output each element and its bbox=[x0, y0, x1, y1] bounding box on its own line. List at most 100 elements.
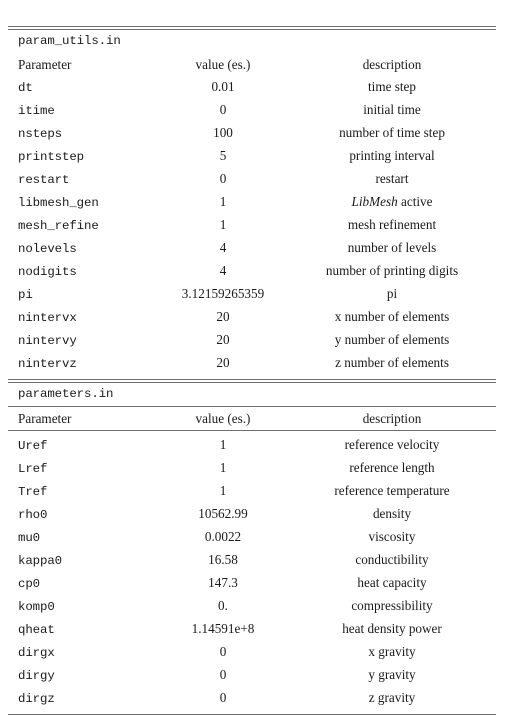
table-header-row: Parameter value (es.) description bbox=[8, 407, 496, 430]
table-row: pi 3.12159265359 pi bbox=[8, 283, 496, 306]
param-description: compressibility bbox=[351, 598, 433, 613]
column-header-value: value (es.) bbox=[195, 57, 251, 72]
tables-container: param_utils.in Parameter value (es.) des… bbox=[8, 26, 496, 715]
param-description: reference temperature bbox=[334, 483, 450, 498]
param-description: number of time step bbox=[339, 125, 445, 140]
param-value: 1 bbox=[219, 194, 227, 209]
column-header-parameter: Parameter bbox=[18, 57, 72, 72]
table-row: restart 0 restart bbox=[8, 168, 496, 191]
param-value: 20 bbox=[216, 355, 230, 370]
table-caption: parameters.in bbox=[18, 387, 114, 401]
param-name: libmesh_gen bbox=[18, 196, 99, 210]
param-value: 5 bbox=[219, 148, 227, 163]
param-value: 100 bbox=[213, 125, 233, 140]
table-row: mesh_refine 1 mesh refinement bbox=[8, 214, 496, 237]
param-description: conductibility bbox=[355, 552, 429, 567]
table-row: nintervx 20 x number of elements bbox=[8, 306, 496, 329]
table-row: nolevels 4 number of levels bbox=[8, 237, 496, 260]
param-name: nintervz bbox=[18, 357, 77, 371]
table-row: rho0 10562.99 density bbox=[8, 503, 496, 526]
param-description: pi bbox=[386, 286, 398, 301]
param-description: heat density power bbox=[342, 621, 442, 636]
table-caption-row: parameters.in bbox=[8, 383, 496, 406]
table-row: cp0 147.3 heat capacity bbox=[8, 572, 496, 595]
param-name: dirgz bbox=[18, 692, 55, 706]
param-name: qheat bbox=[18, 623, 55, 637]
param-name: mu0 bbox=[18, 531, 41, 545]
parameters-table-body: Parameter value (es.) description bbox=[8, 407, 496, 430]
param-value: 0 bbox=[219, 644, 227, 659]
param-description: number of printing digits bbox=[325, 263, 459, 278]
table-row: nsteps 100 number of time step bbox=[8, 122, 496, 145]
param-value: 0 bbox=[219, 690, 227, 705]
parameters-table: parameters.in bbox=[8, 383, 496, 406]
table-top-rule bbox=[8, 26, 496, 30]
param-description: mesh refinement bbox=[347, 217, 437, 232]
param-name: nsteps bbox=[18, 127, 63, 141]
param-value: 1 bbox=[219, 460, 227, 475]
table-row: libmesh_gen 1 LibMesh active bbox=[8, 191, 496, 214]
param-value: 1 bbox=[219, 483, 227, 498]
table-row: dirgy 0 y gravity bbox=[8, 664, 496, 687]
param-value: 10562.99 bbox=[198, 506, 248, 521]
table-row: printstep 5 printing interval bbox=[8, 145, 496, 168]
param-description: z number of elements bbox=[335, 355, 449, 370]
param-description: x gravity bbox=[368, 644, 416, 659]
param-name: nodigits bbox=[18, 265, 77, 279]
param-name: dirgx bbox=[18, 646, 55, 660]
table-row: kappa0 16.58 conductibility bbox=[8, 549, 496, 572]
table-row: itime 0 initial time bbox=[8, 99, 496, 122]
column-header-parameter: Parameter bbox=[18, 411, 72, 426]
table-row: Tref 1 reference temperature bbox=[8, 480, 496, 503]
parameters-table-rows: Uref 1 reference velocity Lref 1 referen… bbox=[8, 434, 496, 710]
table-row: dt 0.01 time step bbox=[8, 76, 496, 99]
param-value: 20 bbox=[216, 332, 230, 347]
param-description: number of levels bbox=[347, 240, 437, 255]
table-parameters: parameters.in Parameter value (es.) desc… bbox=[8, 379, 496, 715]
param-description: y gravity bbox=[368, 667, 416, 682]
param-description: initial time bbox=[363, 102, 421, 117]
param-value: 147.3 bbox=[208, 575, 238, 590]
param-description: restart bbox=[375, 171, 409, 186]
param-description-emphasis: LibMesh bbox=[351, 194, 398, 209]
table-row: nintervz 20 z number of elements bbox=[8, 352, 496, 375]
table-row: Uref 1 reference velocity bbox=[8, 434, 496, 457]
table-row: nintervy 20 y number of elements bbox=[8, 329, 496, 352]
param-description: reference length bbox=[349, 460, 435, 475]
param-name: pi bbox=[18, 288, 33, 302]
param-description: y number of elements bbox=[334, 332, 450, 347]
param-value: 0.01 bbox=[211, 79, 235, 94]
table-caption-row: param_utils.in bbox=[8, 30, 496, 53]
param-value: 1 bbox=[219, 217, 227, 232]
param-name: Tref bbox=[18, 485, 48, 499]
table-row: qheat 1.14591e+8 heat density power bbox=[8, 618, 496, 641]
param-description: density bbox=[372, 506, 412, 521]
param-description-rest: active bbox=[397, 194, 433, 209]
document-page: param_utils.in Parameter value (es.) des… bbox=[0, 0, 505, 715]
param-name: komp0 bbox=[18, 600, 55, 614]
param-value: 0. bbox=[218, 598, 228, 613]
table-row: Lref 1 reference length bbox=[8, 457, 496, 480]
param-value: 0.0022 bbox=[204, 529, 242, 544]
table-separator-rule bbox=[8, 379, 496, 383]
param-name: kappa0 bbox=[18, 554, 63, 568]
param-value: 4 bbox=[219, 263, 227, 278]
param-value: 4 bbox=[219, 240, 227, 255]
param-name: printstep bbox=[18, 150, 85, 164]
param-description: viscosity bbox=[368, 529, 416, 544]
param-name: nintervx bbox=[18, 311, 77, 325]
param-value: 0 bbox=[219, 102, 227, 117]
param-name: dirgy bbox=[18, 669, 55, 683]
param-name: cp0 bbox=[18, 577, 41, 591]
table-param-utils: param_utils.in Parameter value (es.) des… bbox=[8, 26, 496, 379]
table-row: mu0 0.0022 viscosity bbox=[8, 526, 496, 549]
param-description: z gravity bbox=[368, 690, 416, 705]
param-value: 1.14591e+8 bbox=[191, 621, 255, 636]
param-value: 1 bbox=[219, 437, 227, 452]
table-header-row: Parameter value (es.) description bbox=[8, 53, 496, 76]
param-utils-table: param_utils.in Parameter value (es.) des… bbox=[8, 30, 496, 375]
param-value: 16.58 bbox=[208, 552, 238, 567]
param-name: restart bbox=[18, 173, 70, 187]
table-row: komp0 0. compressibility bbox=[8, 595, 496, 618]
param-name: itime bbox=[18, 104, 55, 118]
